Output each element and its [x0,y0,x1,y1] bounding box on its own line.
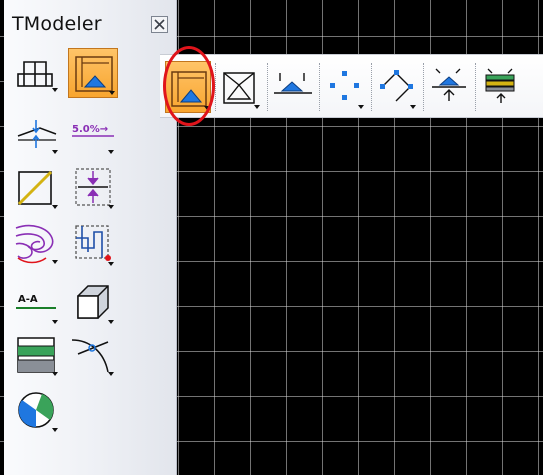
layered-pad-icon[interactable] [478,61,524,113]
raise-lower-pad-icon[interactable] [426,61,472,113]
close-icon[interactable] [151,16,168,33]
tmodeler-palette: TModeler 5.0%→ A-A [4,0,177,475]
slope-line-icon[interactable] [12,108,62,158]
elevation-adjust-icon[interactable] [68,163,118,213]
section-cut-label: A-A [18,294,38,305]
point-grid-icon[interactable] [322,61,368,113]
diamond-points-icon[interactable] [374,61,420,113]
grade-percent-label: 5.0%→ [72,124,108,135]
grid-path-icon[interactable] [68,218,118,268]
volume-surface-icon[interactable] [68,48,118,98]
grade-percent-icon[interactable]: 5.0%→ [68,108,118,158]
site-structure-icon[interactable] [12,48,62,98]
diagonal-box-icon[interactable] [12,163,62,213]
hatch-panel-icon[interactable] [12,330,62,380]
3d-box-icon[interactable] [68,278,118,328]
section-cut-icon[interactable]: A-A [12,278,62,328]
highlight-ring [163,46,215,126]
terrain-frame-icon[interactable] [218,61,264,113]
surface-toolbar [160,54,543,118]
palette-title: TModeler [12,13,102,35]
curve-intersection-icon[interactable] [68,330,118,380]
contour-lines-icon[interactable] [12,218,62,268]
globe-shading-icon[interactable] [12,386,62,436]
flat-pad-icon[interactable] [270,61,316,113]
